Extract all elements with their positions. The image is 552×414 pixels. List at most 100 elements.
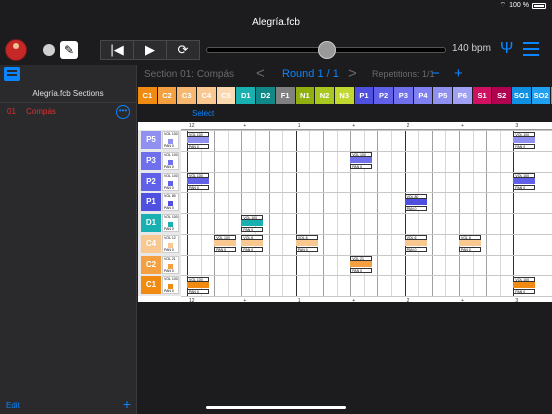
note-cell[interactable]: VOL 100 PAN 0 [187, 276, 209, 295]
instrument-chip-p2[interactable]: P2 [374, 87, 393, 104]
note-cell[interactable]: VOL 100 PAN 0 [187, 131, 209, 150]
instrument-chip-n3[interactable]: N3 [334, 87, 354, 104]
list-icon[interactable] [4, 67, 20, 81]
ruler-tick: 3 [515, 298, 519, 304]
note-cell[interactable]: VOL 100 PAN 0 [241, 214, 264, 233]
play-button[interactable]: ▶ [134, 41, 167, 59]
note-pan: PAN 0 [350, 268, 373, 273]
section-row[interactable]: 01 Compás ••• [0, 103, 136, 121]
pattern-editor: P5 VOL 100 PAN 0 P3 VOL 100 PAN 0 P2 VOL 100 PAN… [138, 122, 552, 304]
ruler-tick: + [352, 123, 356, 129]
rewind-button[interactable]: |◀ [101, 41, 134, 59]
track-c4[interactable]: C4 VOL 12 PAN 0 [140, 234, 179, 253]
row-divider [181, 213, 552, 214]
track-mixer[interactable]: VOL 100 PAN 0 [162, 276, 179, 295]
instrument-chip-p6[interactable]: P6 [453, 87, 472, 104]
track-mixer[interactable]: VOL 100 PAN 0 [162, 151, 179, 170]
step-grid[interactable]: 12 +1 +2 +3 12 +1 +2 +3 VOL 100 PAN 0 VOL 100 PAN… [181, 122, 552, 304]
instrument-chip-p1[interactable]: P1 [354, 87, 374, 104]
track-label: P2 [141, 172, 161, 191]
sections-sidebar: Alegría.fcb Sections 01 Compás ••• Edit … [0, 65, 137, 414]
note-cell[interactable]: VOL 6 PAN 0 [295, 235, 318, 253]
note-cell[interactable]: VOL 100 PAN 0 [214, 235, 237, 253]
note-cell[interactable]: VOL 6 PAN 0 [404, 235, 427, 253]
note-pan: PAN 0 [513, 143, 536, 149]
instrument-chip-c4[interactable]: C4 [197, 87, 216, 104]
instrument-chip-c2[interactable]: C2 [157, 87, 177, 104]
track-mixer[interactable]: VOL 80 PAN 0 [162, 193, 179, 212]
note-pan: PAN 0 [459, 247, 481, 253]
note-pan: PAN 0 [241, 247, 264, 253]
track-mixer[interactable]: VOL 100 PAN 0 [162, 131, 179, 149]
instrument-chip-n2[interactable]: N2 [315, 87, 334, 104]
row-divider [181, 275, 552, 277]
track-pan: PAN 0 [164, 206, 174, 211]
ruler-tick: 1 [297, 123, 301, 129]
instrument-chip-c5[interactable]: C5 [216, 87, 236, 104]
note-cell[interactable]: VOL 6 PAN 0 [241, 235, 264, 253]
ruler-tick: 2 [406, 298, 410, 304]
loop-button[interactable]: ⟳ [167, 41, 199, 59]
menu-icon[interactable] [523, 42, 539, 56]
repetitions-minus-button[interactable]: − [431, 65, 440, 82]
track-color-swatch [168, 284, 173, 290]
instrument-chip-p4[interactable]: P4 [413, 87, 433, 104]
track-p1[interactable]: P1 VOL 80 PAN 0 [140, 193, 179, 212]
track-c1[interactable]: C1 VOL 100 PAN 0 [140, 276, 179, 295]
playback-slider[interactable] [206, 41, 446, 59]
instrument-chip-p3[interactable]: P3 [393, 87, 413, 104]
instrument-chip-s1[interactable]: S1 [472, 87, 492, 104]
track-mixer[interactable]: VOL 21 PAN 0 [162, 255, 179, 274]
instrument-chip-so2[interactable]: SO2 [531, 87, 551, 104]
track-mixer[interactable]: VOL 12 PAN 0 [162, 234, 179, 253]
note-pan: PAN 0 [187, 143, 209, 149]
instrument-chip-c1[interactable]: C1 [138, 87, 157, 104]
instrument-chip-so1[interactable]: SO1 [512, 87, 531, 104]
note-cell[interactable]: VOL 21 PAN 0 [350, 256, 373, 274]
select-button[interactable]: Select [192, 109, 214, 118]
track-p5[interactable]: P5 VOL 100 PAN 0 [140, 131, 179, 149]
track-pan: PAN 0 [164, 144, 174, 148]
note-cell[interactable]: VOL 100 PAN 0 [187, 173, 209, 191]
track-mixer[interactable]: VOL 100 PAN 0 [162, 214, 179, 232]
note-bar [459, 240, 481, 247]
tuning-fork-icon[interactable]: Ψ [500, 40, 513, 58]
note-bar [295, 240, 318, 247]
note-cell[interactable]: VOL 100 PAN 0 [513, 131, 536, 150]
note-cell[interactable]: VOL 80 PAN 0 [404, 193, 427, 212]
note-cell[interactable]: VOL 100 PAN 0 [513, 173, 536, 191]
instrument-chip-s2[interactable]: S2 [492, 87, 512, 104]
instrument-chip-n1[interactable]: N1 [295, 87, 315, 104]
instrument-chip-p5[interactable]: P5 [433, 87, 452, 104]
slider-knob[interactable] [318, 41, 336, 59]
more-options-icon[interactable]: ••• [116, 105, 130, 119]
toolbar: ✎ |◀ ▶ ⟳ 140 bpm Ψ [0, 38, 552, 62]
track-volume: VOL 12 [164, 235, 176, 240]
tempo-label[interactable]: 140 bpm [452, 43, 491, 54]
note-cell[interactable]: VOL 100 PAN 0 [350, 152, 373, 170]
track-p2[interactable]: P2 VOL 100 PAN 0 [140, 172, 179, 191]
repetitions-plus-button[interactable]: + [454, 65, 463, 82]
row-divider [181, 233, 552, 235]
add-section-button[interactable]: + [123, 396, 131, 412]
ruler-tick: 3 [515, 123, 519, 129]
instrument-chip-f1[interactable]: F1 [275, 87, 295, 104]
note-cell[interactable]: VOL 100 PAN 0 [513, 276, 536, 295]
track-d1[interactable]: D1 VOL 100 PAN 0 [140, 214, 179, 232]
note-cell[interactable]: VOL 6 PAN 0 [459, 235, 481, 253]
track-p3[interactable]: P3 VOL 100 PAN 0 [140, 151, 179, 170]
instrument-chip-d2[interactable]: D2 [256, 87, 275, 104]
flamenco-dancer-icon[interactable] [5, 39, 27, 61]
track-mixer[interactable]: VOL 100 PAN 0 [162, 172, 179, 191]
metronome-ball-icon[interactable] [43, 44, 55, 56]
track-volume: VOL 100 [164, 215, 178, 219]
track-c2[interactable]: C2 VOL 21 PAN 0 [140, 255, 179, 274]
instrument-chip-d1[interactable]: D1 [236, 87, 256, 104]
instrument-chip-c3[interactable]: C3 [177, 87, 197, 104]
edit-button[interactable]: Edit [6, 401, 20, 410]
previous-round-button[interactable]: < [256, 65, 265, 82]
pencil-icon[interactable]: ✎ [60, 41, 78, 59]
section-title: Section 01: Compás [144, 69, 235, 80]
next-round-button[interactable]: > [348, 65, 357, 82]
ruler-tick: 1 [297, 298, 301, 304]
